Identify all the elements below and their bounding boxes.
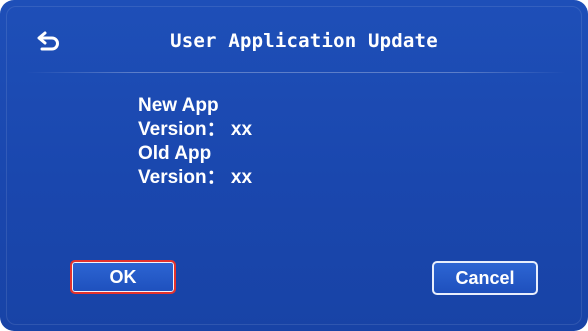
ok-button-label: OK (109, 266, 137, 287)
dialog-title: User Application Update (170, 30, 438, 52)
version-info: New App Version： xx Old App Version： xx (138, 94, 252, 190)
old-app-label: Old App (138, 143, 212, 164)
new-app-label: New App (138, 95, 219, 116)
dialog-header: User Application Update (0, 0, 588, 76)
header-divider (26, 72, 566, 73)
ok-button[interactable]: OK (70, 260, 176, 294)
new-app-version: Version： xx (138, 119, 253, 140)
cancel-button-label: Cancel (455, 267, 515, 288)
old-app-version: Version： xx (138, 167, 253, 188)
cancel-button[interactable]: Cancel (432, 261, 538, 295)
update-dialog: User Application Update New App Version：… (0, 0, 588, 331)
